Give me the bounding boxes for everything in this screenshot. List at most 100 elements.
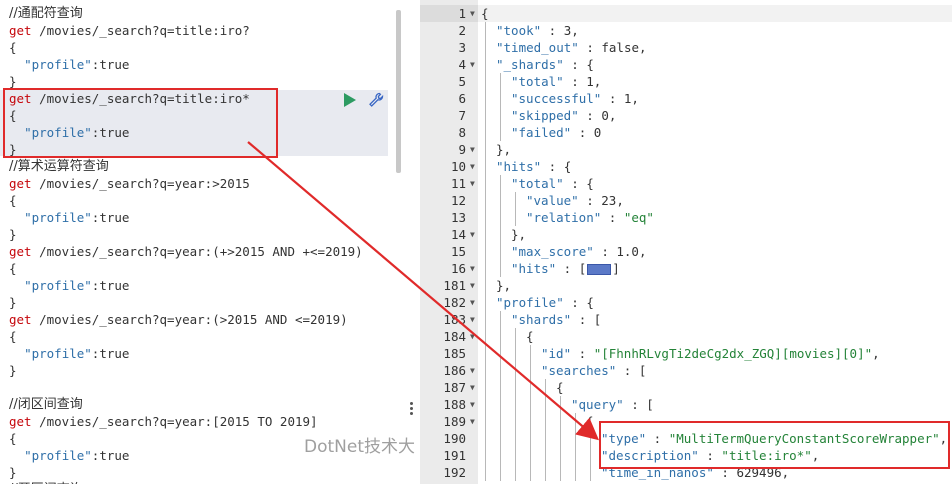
highlight-box-result <box>599 421 950 469</box>
json-line: "id" : "[FhnhRLvgTi2deCg2dx_ZGQ][movies]… <box>541 345 880 362</box>
fold-toggle-icon[interactable]: ▼ <box>470 396 478 413</box>
console-request-line[interactable]: get /movies/_search?q=year:[2015 TO 2019… <box>9 413 318 430</box>
indent-guide <box>515 192 516 226</box>
fold-toggle-icon[interactable]: ▼ <box>470 362 478 379</box>
line-number: 183 <box>443 312 466 327</box>
request-console[interactable]: //通配符查询 get /movies/_search?q=title:iro?{… <box>0 0 404 484</box>
fold-toggle-icon[interactable]: ▼ <box>470 328 478 345</box>
json-line: "skipped" : 0, <box>511 107 616 124</box>
console-request-line[interactable]: get /movies/_search?q=year:>2015 <box>9 175 250 192</box>
http-method: get <box>9 176 32 191</box>
console-body-line[interactable]: { <box>9 192 17 209</box>
console-body-line[interactable]: "profile":true <box>9 56 129 73</box>
json-separator: : <box>571 312 594 327</box>
console-scrollbar[interactable] <box>396 10 401 173</box>
body-value: :true <box>91 346 130 361</box>
json-key: "id" <box>541 346 572 361</box>
fold-toggle-icon[interactable]: ▼ <box>470 158 478 175</box>
console-body-line[interactable]: } <box>9 362 17 379</box>
console-body-line[interactable]: } <box>9 226 17 243</box>
json-line: "shards" : [ <box>511 311 601 328</box>
console-request-line[interactable]: get /movies/_search?q=title:iro? <box>9 22 250 39</box>
line-number: 185 <box>443 346 466 361</box>
console-body-line[interactable]: "profile":true <box>9 209 129 226</box>
console-body-line[interactable]: "profile":true <box>9 277 129 294</box>
json-key: "skipped" <box>511 108 579 123</box>
fold-toggle-icon[interactable]: ▼ <box>470 413 478 430</box>
line-number: 5 <box>458 74 466 89</box>
console-body-line[interactable]: } <box>9 464 17 481</box>
body-key: "profile" <box>24 210 92 225</box>
console-body-line[interactable]: { <box>9 328 17 345</box>
json-bracket: { <box>556 380 564 395</box>
fold-toggle-icon[interactable]: ▼ <box>470 260 478 277</box>
json-value: 1.0 <box>616 244 639 259</box>
line-number: 186 <box>443 363 466 378</box>
fold-toggle-icon[interactable]: ▼ <box>470 379 478 396</box>
json-line: }, <box>496 277 511 294</box>
http-method: get <box>9 23 32 38</box>
console-body-line[interactable]: { <box>9 430 17 447</box>
collapsed-array-icon[interactable] <box>587 264 612 275</box>
json-punctuation: , <box>638 244 647 259</box>
line-number: 184 <box>443 329 466 344</box>
json-key: "successful" <box>511 91 602 106</box>
console-request-line[interactable]: get /movies/_search?q=year:(+>2015 AND +… <box>9 243 363 260</box>
json-line: "hits" : { <box>496 158 571 175</box>
json-line: "failed" : 0 <box>511 124 601 141</box>
json-key: "max_score" <box>511 244 594 259</box>
console-body-line[interactable]: "profile":true <box>9 447 129 464</box>
line-number: 187 <box>443 380 466 395</box>
fold-toggle-icon[interactable]: ▼ <box>470 56 478 73</box>
fold-toggle-icon[interactable]: ▼ <box>470 294 478 311</box>
json-bracket: { <box>526 329 534 344</box>
json-separator: : <box>541 159 564 174</box>
json-separator: : <box>571 346 594 361</box>
console-comment[interactable]: //算术运算符查询 <box>9 158 109 175</box>
json-key: "query" <box>571 397 624 412</box>
line-number: 6 <box>458 91 466 106</box>
line-number: 14 <box>450 227 466 242</box>
indent-guide <box>530 345 531 481</box>
line-number: 1 <box>458 6 466 21</box>
json-bracket: { <box>481 6 489 21</box>
play-icon[interactable] <box>344 93 356 107</box>
json-line: { <box>586 413 594 430</box>
json-key: "profile" <box>496 295 564 310</box>
console-body-line[interactable]: "profile":true <box>9 345 129 362</box>
request-path: /movies/_search?q=title:iro? <box>31 23 250 38</box>
json-line: "successful" : 1, <box>511 90 639 107</box>
json-key: "relation" <box>526 210 602 225</box>
json-separator: : <box>563 176 587 191</box>
console-comment[interactable]: //闭区间查询 <box>9 396 83 413</box>
json-line: "max_score" : 1.0, <box>511 243 646 260</box>
json-value: "[FhnhRLvgTi2deCg2dx_ZGQ][movies][0]" <box>593 346 873 361</box>
line-number: 188 <box>443 397 466 412</box>
fold-toggle-icon[interactable]: ▼ <box>470 141 478 158</box>
http-method: get <box>9 244 32 259</box>
fold-toggle-icon[interactable]: ▼ <box>470 226 478 243</box>
json-key: "timed_out" <box>496 40 579 55</box>
json-line: "searches" : [ <box>541 362 646 379</box>
console-body-line[interactable]: } <box>9 294 17 311</box>
json-separator: : <box>601 91 624 106</box>
console-body-line[interactable]: { <box>9 260 17 277</box>
json-bracket: }, <box>496 278 512 293</box>
resize-handle-icon[interactable] <box>410 402 413 417</box>
json-line: "hits" : [] <box>511 260 620 277</box>
console-body-line[interactable]: { <box>9 39 17 56</box>
fold-toggle-icon[interactable]: ▼ <box>470 175 478 192</box>
json-separator: : <box>563 295 587 310</box>
json-separator: : <box>623 397 647 412</box>
line-number: 4 <box>458 57 466 72</box>
json-value: "eq" <box>623 210 654 225</box>
fold-toggle-icon[interactable]: ▼ <box>470 311 478 328</box>
json-separator: : <box>541 23 564 38</box>
json-line: "_shards" : { <box>496 56 594 73</box>
wrench-icon[interactable] <box>368 92 384 108</box>
active-line-highlight <box>420 5 952 22</box>
console-request-line[interactable]: get /movies/_search?q=year:(>2015 AND <=… <box>9 311 348 328</box>
fold-toggle-icon[interactable]: ▼ <box>470 5 478 22</box>
console-comment[interactable]: //通配符查询 <box>9 5 83 22</box>
fold-toggle-icon[interactable]: ▼ <box>470 277 478 294</box>
